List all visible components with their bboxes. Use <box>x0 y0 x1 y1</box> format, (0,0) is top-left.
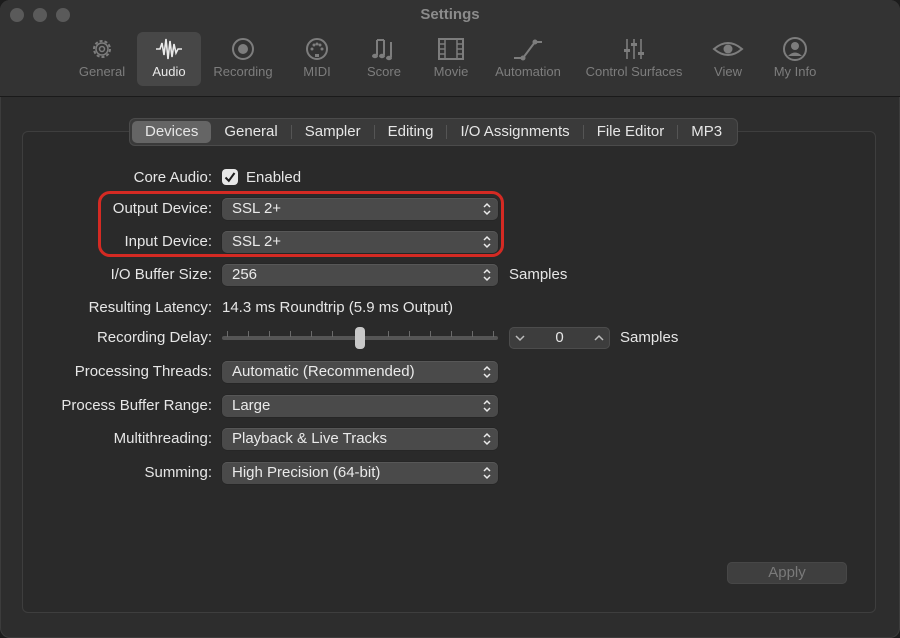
toolbar-general[interactable]: General <box>72 32 132 86</box>
slider-tick <box>472 331 473 337</box>
gear-icon <box>93 40 111 58</box>
midi-connector-icon <box>306 38 328 60</box>
summing-value: High Precision (64-bit) <box>232 464 381 481</box>
tab-sampler[interactable]: Sampler <box>292 121 374 143</box>
buffer-range-value: Large <box>232 397 271 414</box>
summing-label: Summing: <box>144 464 212 481</box>
core-audio-checkbox[interactable] <box>222 169 238 185</box>
slider-tick <box>227 331 228 337</box>
slider-tick <box>451 331 452 337</box>
up-down-arrows-icon <box>483 466 491 480</box>
recording-delay-label: Recording Delay: <box>96 329 212 346</box>
core-audio-label: Core Audio: <box>133 169 212 186</box>
slider-tick <box>248 331 249 337</box>
io-buffer-label: I/O Buffer Size: <box>110 266 212 283</box>
record-icon <box>232 38 254 60</box>
recording-delay-unit: Samples <box>620 329 679 346</box>
film-strip-icon <box>438 38 464 60</box>
toolbar-score[interactable]: Score <box>362 32 406 86</box>
slider-tick <box>332 331 333 337</box>
automation-curve-icon <box>514 39 542 61</box>
io-buffer-value: 256 <box>232 266 258 283</box>
slider-tick <box>493 331 494 337</box>
io-buffer-popup[interactable]: 256 <box>222 264 498 286</box>
chevron-up-icon[interactable] <box>593 331 605 345</box>
slider-tick <box>269 331 270 337</box>
up-down-arrows-icon <box>483 432 491 446</box>
toolbar-label: Recording <box>213 64 273 79</box>
latency-value: 14.3 ms Roundtrip (5.9 ms Output) <box>222 299 453 316</box>
processing-threads-value: Automatic (Recommended) <box>232 363 415 380</box>
slider-tick <box>430 331 431 337</box>
music-notes-icon <box>372 39 392 61</box>
recording-delay-stepper[interactable]: 0 <box>509 327 610 349</box>
toolbar-label: Control Surfaces <box>585 64 683 79</box>
processing-threads-popup[interactable]: Automatic (Recommended) <box>222 361 498 383</box>
tab-bar: Devices General Sampler Editing I/O Assi… <box>129 118 739 146</box>
tab-file-editor[interactable]: File Editor <box>584 121 678 143</box>
titlebar: Settings General Audio Recording MIDI Sc… <box>0 0 900 97</box>
summing-popup[interactable]: High Precision (64-bit) <box>222 462 498 484</box>
tab-io-assignments[interactable]: I/O Assignments <box>447 121 582 143</box>
toolbar-label: My Info <box>773 64 817 79</box>
slider-tick <box>388 331 389 337</box>
person-icon <box>783 37 807 61</box>
io-buffer-unit: Samples <box>509 266 568 283</box>
slider-knob[interactable] <box>355 327 365 349</box>
faders-icon <box>624 39 644 59</box>
eye-icon <box>712 42 744 56</box>
tab-devices[interactable]: Devices <box>132 121 212 143</box>
toolbar-label: Movie <box>433 64 469 79</box>
tab-general[interactable]: General <box>211 121 290 143</box>
toolbar-label: MIDI <box>303 64 331 79</box>
apply-button[interactable]: Apply <box>727 562 847 584</box>
multithreading-label: Multithreading: <box>113 430 212 447</box>
toolbar-label: Automation <box>495 64 561 79</box>
toolbar-automation[interactable]: Automation <box>490 32 566 86</box>
checkmark-icon <box>224 172 236 183</box>
toolbar-audio[interactable]: Audio <box>137 32 201 86</box>
processing-threads-label: Processing Threads: <box>74 363 212 380</box>
tab-editing[interactable]: Editing <box>375 121 447 143</box>
waveform-icon <box>156 38 182 60</box>
multithreading-popup[interactable]: Playback & Live Tracks <box>222 428 498 450</box>
multithreading-value: Playback & Live Tracks <box>232 430 388 447</box>
up-down-arrows-icon <box>483 268 491 282</box>
window-title: Settings <box>420 6 480 23</box>
toolbar-midi[interactable]: MIDI <box>294 32 340 86</box>
toolbar-view[interactable]: View <box>706 32 750 86</box>
toolbar-label: Score <box>367 64 401 79</box>
settings-window: Settings General Audio Recording MIDI Sc… <box>0 0 900 638</box>
up-down-arrows-icon <box>483 365 491 379</box>
slider-tick <box>311 331 312 337</box>
buffer-range-popup[interactable]: Large <box>222 395 498 417</box>
toolbar-movie[interactable]: Movie <box>428 32 474 86</box>
slider-tick <box>290 331 291 337</box>
toolbar-recording[interactable]: Recording <box>208 32 278 86</box>
toolbar-my-info[interactable]: My Info <box>768 32 822 86</box>
buffer-range-label: Process Buffer Range: <box>61 397 212 414</box>
up-down-arrows-icon <box>483 399 491 413</box>
latency-label: Resulting Latency: <box>88 299 212 316</box>
toolbar-label: View <box>714 64 742 79</box>
toolbar-label: Audio <box>152 64 186 79</box>
tab-mp3[interactable]: MP3 <box>678 121 735 143</box>
toolbar-control-surfaces[interactable]: Control Surfaces <box>578 32 690 86</box>
core-audio-enabled-label: Enabled <box>246 169 302 186</box>
toolbar-label: General <box>78 64 126 79</box>
highlight-annotation <box>98 191 504 257</box>
slider-tick <box>409 331 410 337</box>
